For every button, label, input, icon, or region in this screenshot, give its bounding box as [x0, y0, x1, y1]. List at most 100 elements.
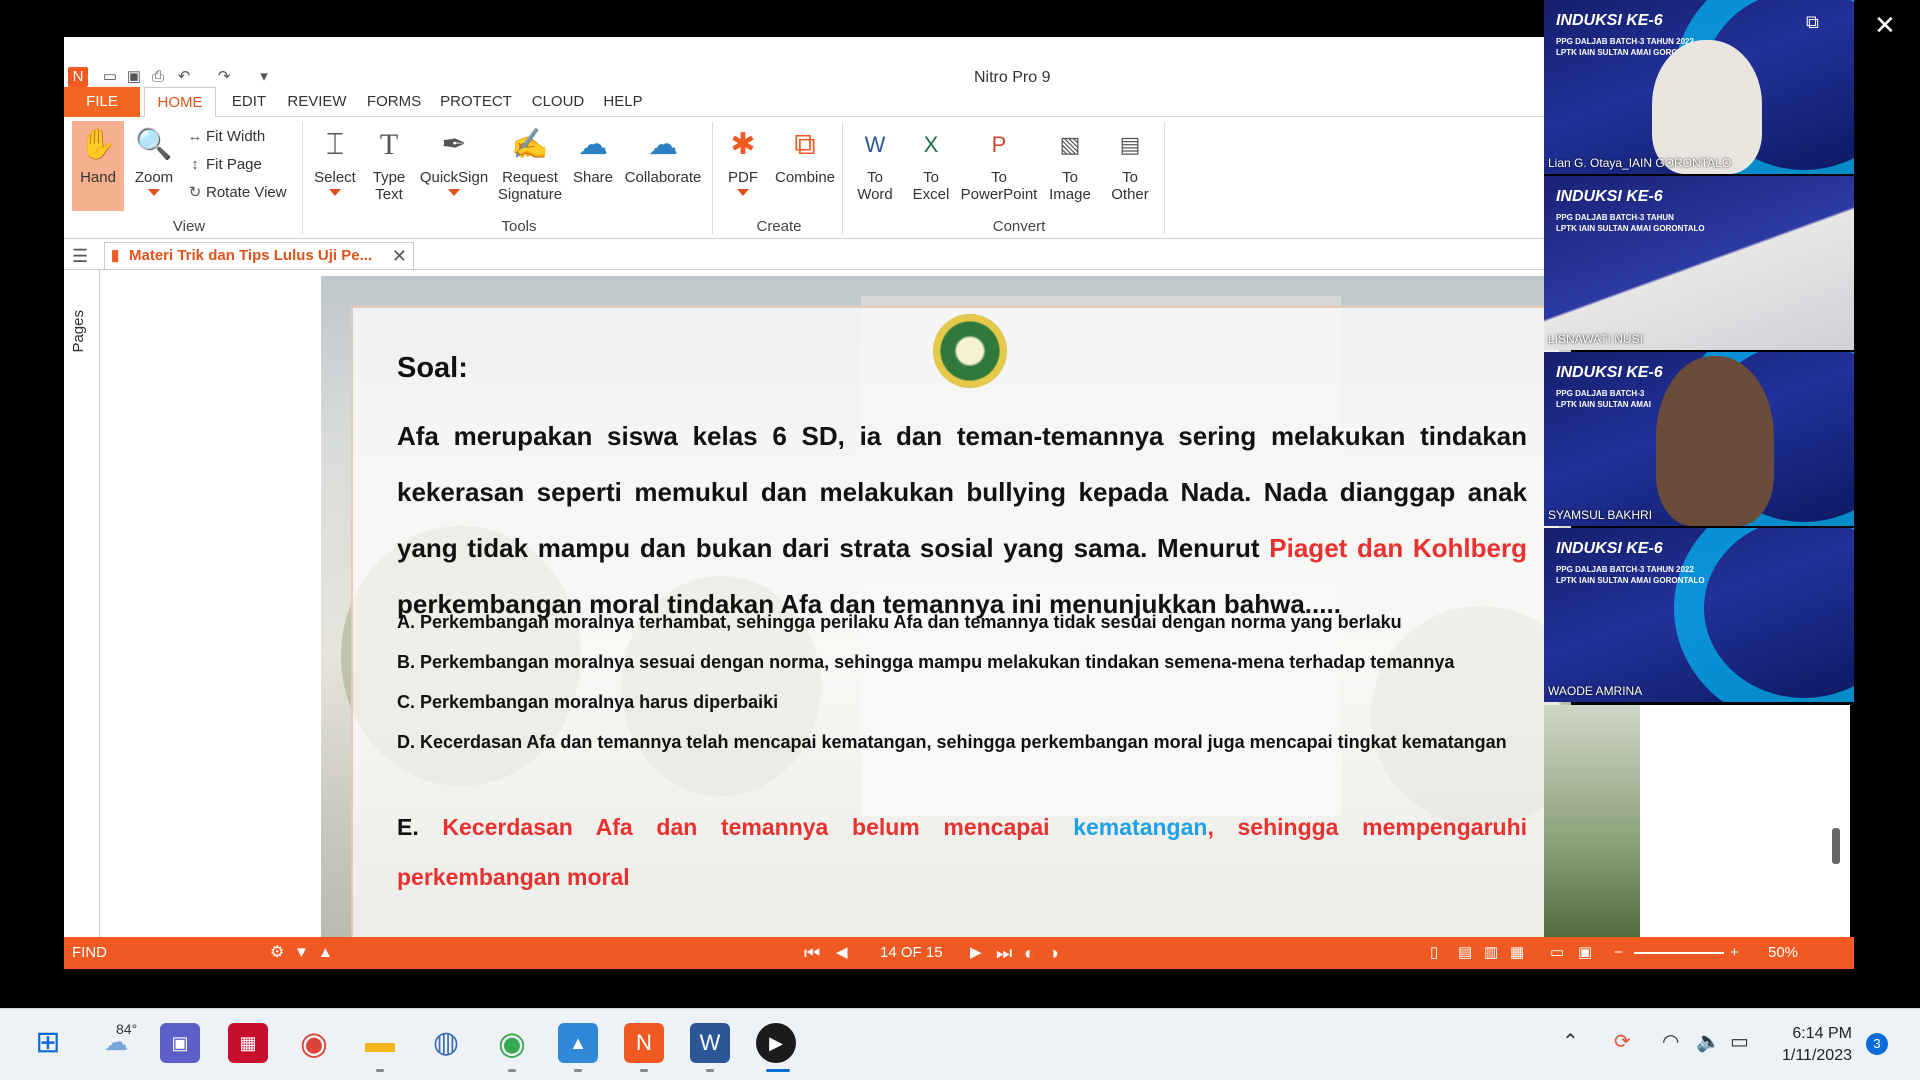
to-image-button[interactable]: ▧ To Image — [1042, 125, 1098, 203]
chrome-profile-icon[interactable]: ◉ — [492, 1023, 532, 1063]
question-text: Afa merupakan siswa kelas 6 SD, ia dan t… — [397, 421, 1527, 619]
menu-file[interactable]: FILE — [64, 87, 140, 117]
university-logo — [933, 314, 1007, 388]
file-explorer-icon[interactable]: ▬ — [360, 1023, 400, 1063]
close-icon[interactable]: ✕ — [1874, 10, 1896, 41]
rotate-view-button[interactable]: ↻ Rotate View — [184, 181, 287, 205]
tab-help[interactable]: HELP — [598, 87, 648, 117]
page-indicator[interactable]: 14 OF 15 — [880, 937, 943, 969]
banner-title: INDUKSI KE-6 — [1556, 188, 1663, 205]
open-icon[interactable]: ▭ — [100, 67, 120, 87]
photos-icon[interactable]: ▲ — [558, 1023, 598, 1063]
document-tab[interactable]: ▮ Materi Trik dan Tips Lulus Uji Pe... ✕ — [104, 242, 414, 270]
hand-button[interactable]: ✋ Hand — [72, 121, 124, 211]
combine-button[interactable]: ⧉ Combine — [768, 125, 842, 186]
select-button[interactable]: ⌶ Select — [308, 125, 362, 196]
windows-start-icon[interactable]: ⊞ — [28, 1023, 68, 1063]
chat-icon[interactable]: ▣ — [160, 1023, 200, 1063]
zoom-level[interactable]: 50% — [1768, 937, 1798, 969]
zoom-button[interactable]: 🔍 Zoom — [128, 125, 180, 196]
to-powerpoint-button[interactable]: P To PowerPoint — [956, 125, 1042, 203]
tab-edit[interactable]: EDIT — [224, 87, 274, 117]
document-area[interactable]: Soal: Afa merupakan siswa kelas 6 SD, ia… — [101, 270, 1571, 962]
chevron-down-icon — [737, 189, 749, 196]
find-label[interactable]: FIND — [72, 937, 107, 969]
continuous-icon[interactable]: ▤ — [1458, 937, 1472, 969]
zoom-in-icon[interactable]: + — [1730, 937, 1739, 969]
word-icon[interactable]: W — [690, 1023, 730, 1063]
last-page-icon[interactable]: ⏭ — [996, 937, 1012, 969]
fullscreen-icon[interactable]: ▣ — [1578, 937, 1592, 969]
empty-panel — [1640, 705, 1850, 937]
browser-icon[interactable]: ◍ — [426, 1023, 466, 1063]
to-word-button[interactable]: W To Word — [848, 125, 902, 203]
running-indicator — [574, 1069, 582, 1072]
zoom-out-icon[interactable]: − — [1614, 937, 1623, 969]
fit-screen-icon[interactable]: ▭ — [1550, 937, 1564, 969]
type-text-button[interactable]: T Type Text — [364, 125, 414, 203]
request-signature-button[interactable]: ✍ Request Signature — [490, 125, 570, 203]
app-grid-icon[interactable]: ▦ — [228, 1023, 268, 1063]
pdf-button[interactable]: ✱ PDF — [718, 125, 768, 196]
quicksign-button[interactable]: ✒ QuickSign — [416, 125, 492, 196]
banner-subtitle: PPG DALJAB BATCH-3 TAHUN LPTK IAIN SULTA… — [1556, 213, 1705, 233]
save-icon[interactable]: ▣ — [124, 67, 144, 87]
meeting-participants: INDUKSI KE-6 PPG DALJAB BATCH-3 TAHUN 20… — [1544, 0, 1854, 705]
back-view-icon[interactable]: ◐ — [1024, 937, 1035, 969]
close-icon[interactable]: ✕ — [392, 243, 407, 269]
tab-review[interactable]: REVIEW — [282, 87, 352, 117]
first-page-icon[interactable]: ⏮ — [804, 937, 820, 969]
clock[interactable]: 6:14 PM 1/11/2023 — [1782, 1023, 1852, 1067]
option-b: B. Perkembangan moralnya sesuai dengan n… — [397, 652, 1455, 672]
nitro-pdf-icon[interactable]: N — [624, 1023, 664, 1063]
customize-icon[interactable]: ▾ — [254, 67, 274, 87]
fit-page-button[interactable]: ↕ Fit Page — [184, 153, 262, 177]
tab-cloud[interactable]: CLOUD — [526, 87, 590, 117]
chevron-up-icon[interactable]: ⌃ — [1562, 1029, 1579, 1054]
next-page-icon[interactable]: ▶ — [970, 937, 982, 969]
single-page-icon[interactable]: ▯ — [1430, 937, 1438, 969]
banner-title: INDUKSI KE-6 — [1556, 540, 1663, 557]
document-tabs: ☰ ▮ Materi Trik dan Tips Lulus Uji Pe...… — [64, 240, 1544, 270]
facing-continuous-icon[interactable]: ▦ — [1510, 937, 1524, 969]
taskbar: ⊞ ☁ 84° ▣ ▦ ◉ ▬ ◍ ◉ ▲ N W ▶ ⌃ ⟳ ◠ 🔈 ▭ 6:… — [0, 1008, 1920, 1080]
participant-tile[interactable]: INDUKSI KE-6 PPG DALJAB BATCH-3 TAHUN 20… — [1544, 528, 1854, 702]
to-excel-button[interactable]: X To Excel — [904, 125, 958, 203]
fit-width-button[interactable]: ↔ Fit Width — [184, 125, 266, 149]
find-next-icon[interactable]: ▼ — [294, 937, 309, 969]
undo-icon[interactable]: ↶ — [174, 67, 194, 87]
sync-icon[interactable]: ⟳ — [1614, 1029, 1631, 1054]
pages-label[interactable]: Pages — [70, 310, 87, 353]
tab-home[interactable]: HOME — [144, 87, 216, 118]
scrollbar-thumb[interactable] — [1832, 828, 1840, 864]
participant-tile[interactable]: INDUKSI KE-6 PPG DALJAB BATCH-3 LPTK IAI… — [1544, 352, 1854, 526]
share-button[interactable]: ☁ Share — [568, 125, 618, 186]
forward-view-icon[interactable]: ◑ — [1048, 937, 1059, 969]
wifi-icon[interactable]: ◠ — [1662, 1029, 1679, 1054]
tab-forms[interactable]: FORMS — [362, 87, 426, 117]
media-player-icon[interactable]: ▶ — [756, 1023, 796, 1063]
option-c: C. Perkembangan moralnya harus diperbaik… — [397, 692, 779, 712]
ribbon-separator — [712, 122, 713, 234]
redo-icon[interactable]: ↷ — [214, 67, 234, 87]
pages-panel-icon[interactable]: ☰ — [72, 246, 88, 267]
participant-tile[interactable]: INDUKSI KE-6 PPG DALJAB BATCH-3 TAHUN LP… — [1544, 176, 1854, 350]
banner-title: INDUKSI KE-6 — [1556, 364, 1663, 381]
print-icon[interactable]: ⎙ — [148, 67, 168, 87]
chrome-icon[interactable]: ◉ — [294, 1023, 334, 1063]
battery-icon[interactable]: ▭ — [1730, 1029, 1749, 1054]
to-other-button[interactable]: ▤ To Other — [1100, 125, 1160, 203]
previous-page-icon[interactable]: ◀ — [836, 937, 848, 969]
participant-name: SYAMSUL BAKHRI — [1548, 508, 1653, 522]
find-previous-icon[interactable]: ▲ — [318, 937, 333, 969]
facing-icon[interactable]: ▥ — [1484, 937, 1498, 969]
settings-gear-icon[interactable]: ⚙ — [270, 937, 284, 969]
volume-icon[interactable]: 🔈 — [1696, 1029, 1721, 1054]
zoom-slider[interactable] — [1634, 952, 1724, 954]
notification-badge[interactable]: 3 — [1866, 1033, 1888, 1055]
restore-window-icon[interactable]: ⧉ — [1806, 12, 1819, 33]
collaborate-button[interactable]: ☁ Collaborate — [618, 125, 708, 186]
tab-protect[interactable]: PROTECT — [436, 87, 516, 117]
menu-bar: FILE HOME EDIT REVIEW FORMS PROTECT CLOU… — [64, 87, 1544, 118]
word-icon: W — [864, 132, 886, 157]
